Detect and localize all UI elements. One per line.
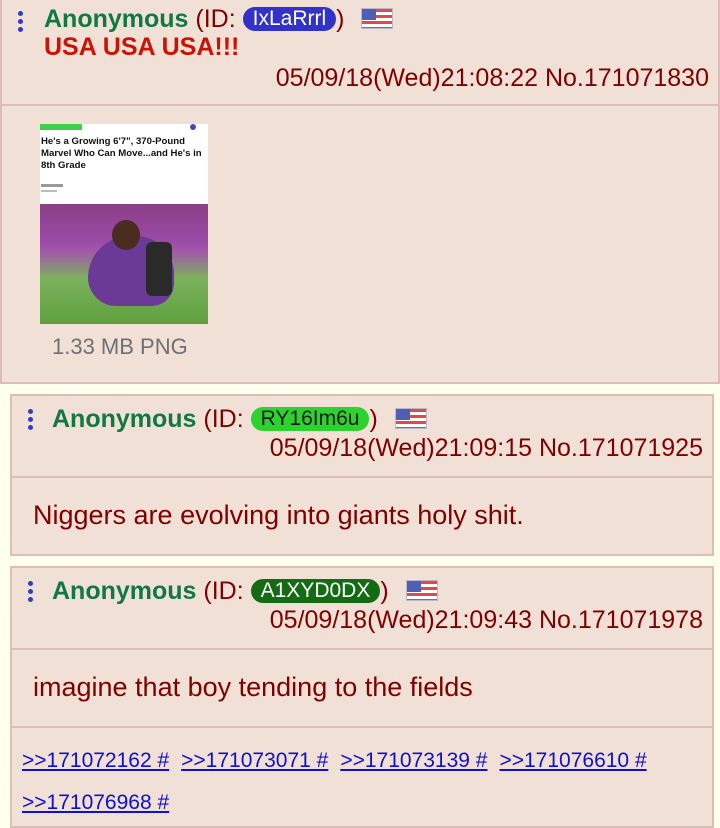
id-prefix: (ID: <box>203 577 251 605</box>
poster-name: Anonymous <box>52 577 197 605</box>
post-header: Anonymous (ID: A1XYD0DX) <box>52 577 438 606</box>
message-divider <box>12 726 712 728</box>
thumbnail-headline: He's a Growing 6'7", 370-Pound Marvel Wh… <box>41 136 202 171</box>
post-datetime: 05/09/18(Wed)21:08:22 <box>275 64 538 92</box>
post-menu-icon[interactable] <box>28 406 40 433</box>
poster-id-badge[interactable]: RY16Im6u <box>250 407 370 431</box>
post-message: imagine that boy tending to the fields <box>33 672 473 702</box>
file-thumbnail[interactable]: He's a Growing 6'7", 370-Pound Marvel Wh… <box>40 124 208 324</box>
reply-post: Anonymous (ID: A1XYD0DX) 05/09/18(Wed)21… <box>10 566 714 828</box>
backlink[interactable]: >>171072162 # <box>22 749 169 772</box>
post-dateline: 05/09/18(Wed)21:09:43 No.171071978 <box>270 606 703 635</box>
header-divider <box>2 104 718 106</box>
thumbnail-figure-head <box>112 220 140 250</box>
reply-post: Anonymous (ID: RY16Im6u) 05/09/18(Wed)21… <box>10 394 714 556</box>
us-flag-icon <box>361 8 394 29</box>
header-divider <box>12 476 712 478</box>
poster-name: Anonymous <box>52 405 197 433</box>
backlink[interactable]: >>171073071 # <box>181 749 328 772</box>
post-header: Anonymous (ID: IxLaRrrl) <box>44 5 394 34</box>
post-menu-icon[interactable] <box>18 8 30 35</box>
file-size-label: 1.33 MB PNG <box>52 334 188 359</box>
post-datetime: 05/09/18(Wed)21:09:15 <box>269 434 532 462</box>
id-suffix: ) <box>369 405 378 433</box>
poster-name: Anonymous <box>44 5 189 33</box>
backlink[interactable]: >>171073139 # <box>340 749 487 772</box>
poster-id-badge[interactable]: IxLaRrrl <box>242 7 337 31</box>
us-flag-icon <box>405 580 438 601</box>
us-flag-icon <box>394 408 427 429</box>
post-subject: USA USA USA!!! <box>44 33 240 61</box>
id-prefix: (ID: <box>195 5 243 33</box>
id-prefix: (ID: <box>203 405 251 433</box>
post-header: Anonymous (ID: RY16Im6u) <box>52 405 427 434</box>
post-number-link[interactable]: No.171071925 <box>539 434 703 462</box>
post-message: Niggers are evolving into giants holy sh… <box>33 500 524 530</box>
header-divider <box>12 648 712 650</box>
poster-id-badge[interactable]: A1XYD0DX <box>250 579 381 603</box>
post-menu-icon[interactable] <box>28 578 40 605</box>
category-tag <box>40 124 82 130</box>
post-number-link[interactable]: No.171071830 <box>545 64 709 92</box>
publisher-dot <box>190 124 196 130</box>
thumbnail-date <box>41 190 57 192</box>
thumbnail-dumbbells <box>146 242 172 296</box>
backlinks: >>171072162 # >>171073071 # >>171073139 # >… <box>22 740 672 824</box>
post-datetime: 05/09/18(Wed)21:09:43 <box>269 606 532 634</box>
post-dateline: 05/09/18(Wed)21:09:15 No.171071925 <box>270 434 703 463</box>
id-suffix: ) <box>336 5 345 33</box>
op-post: Anonymous (ID: IxLaRrrl) USA USA USA!!! … <box>0 0 720 384</box>
thumbnail-byline <box>41 184 63 187</box>
backlink[interactable]: >>171076610 # <box>499 749 646 772</box>
post-dateline: 05/09/18(Wed)21:08:22 No.171071830 <box>276 64 709 93</box>
post-number-link[interactable]: No.171071978 <box>539 606 703 634</box>
id-suffix: ) <box>380 577 389 605</box>
backlink[interactable]: >>171076968 # <box>22 791 169 814</box>
